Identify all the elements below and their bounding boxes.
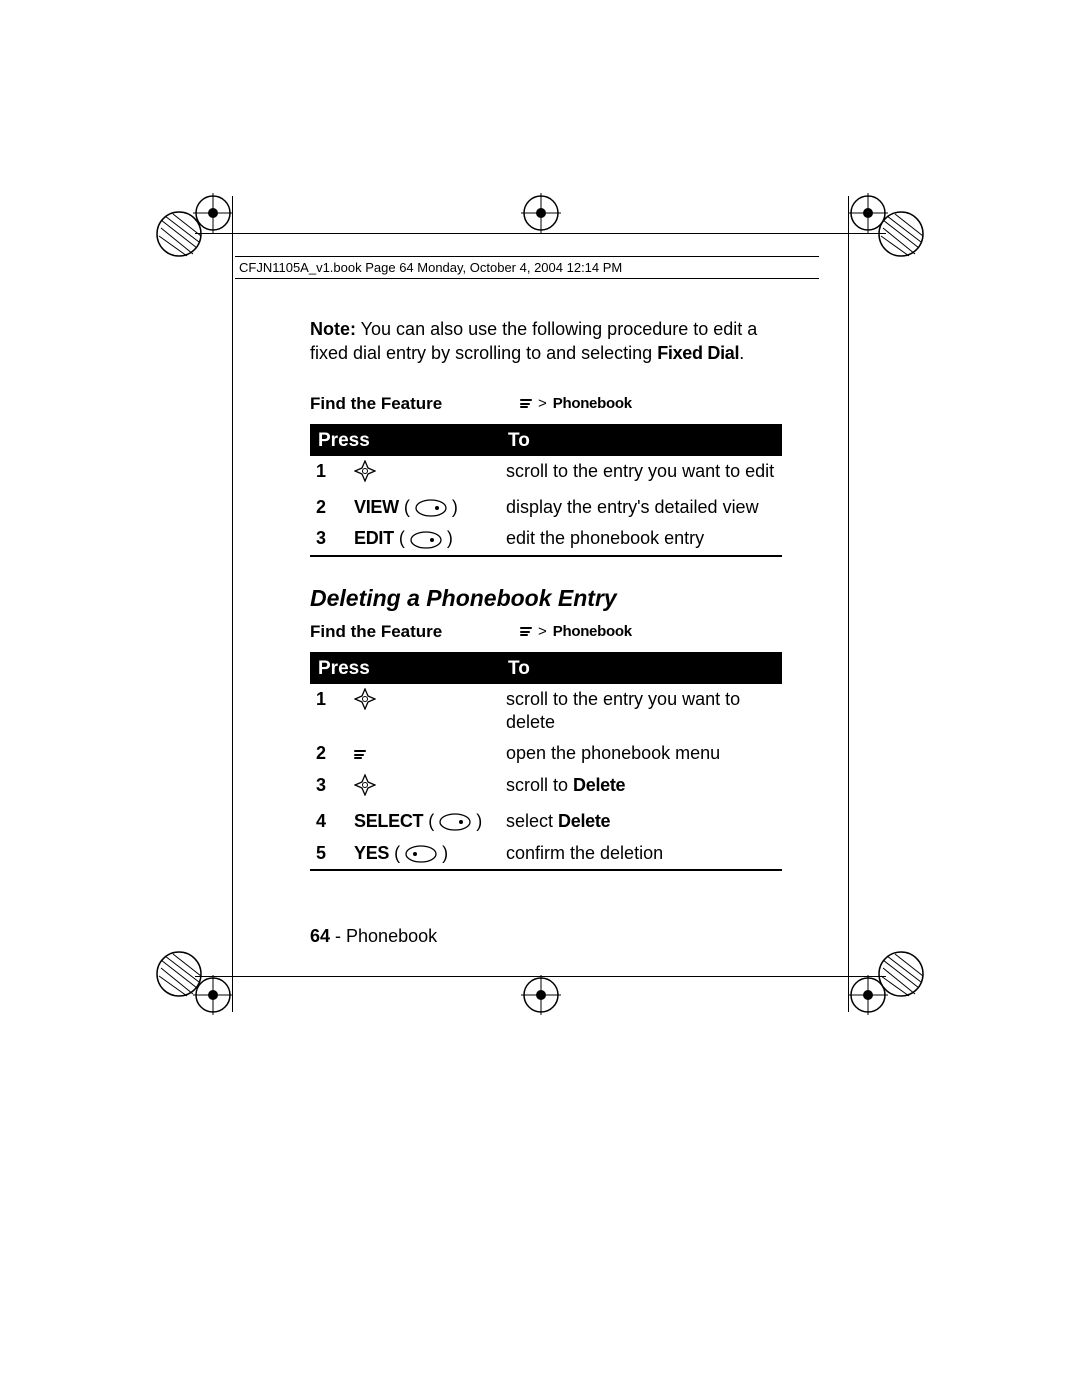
note-paragraph: Note: You can also use the following pro… (310, 318, 782, 366)
to-cell: scroll to the entry you want to edit (500, 456, 782, 492)
to-text: select (506, 811, 558, 831)
page-header: CFJN1105A_v1.book Page 64 Monday, Octobe… (235, 256, 819, 279)
steps-table-2: Press To 1 scroll to the entry you want t… (310, 652, 782, 871)
table-row: 3EDIT ( )edit the phonebook entry (310, 523, 782, 555)
press-cell: SELECT ( ) (348, 806, 500, 837)
note-label: Note: (310, 319, 356, 339)
col-press: Press (310, 425, 500, 456)
to-cell: scroll to Delete (500, 770, 782, 806)
register-circle-bl (155, 950, 203, 1003)
step-number: 3 (310, 770, 348, 806)
find-feature-path: > Phonebook (520, 623, 632, 640)
find-feature-row-2: Find the Feature > Phonebook (310, 622, 782, 642)
table-row: 2 open the phonebook menu (310, 738, 782, 769)
to-cell: scroll to the entry you want to delete (500, 684, 782, 739)
table-row: 2VIEW ( )display the entry's detailed vi… (310, 492, 782, 523)
softkey-label: VIEW (354, 497, 399, 517)
note-period: . (739, 343, 744, 363)
table-row: 3 scroll to Delete (310, 770, 782, 806)
table-row: 1 scroll to the entry you want to edit (310, 456, 782, 492)
table-row: 4SELECT ( )select Delete (310, 806, 782, 837)
crop-line-top (195, 233, 886, 234)
softkey-label: YES (354, 843, 389, 863)
path-phonebook: Phonebook (553, 395, 632, 412)
press-cell: VIEW ( ) (348, 492, 500, 523)
col-press: Press (310, 653, 500, 684)
press-cell: YES ( ) (348, 838, 500, 870)
to-cell: open the phonebook menu (500, 738, 782, 769)
find-feature-label: Find the Feature (310, 622, 520, 642)
to-cell: confirm the deletion (500, 838, 782, 870)
press-cell (348, 684, 500, 739)
step-number: 4 (310, 806, 348, 837)
crop-mark-top-center (521, 193, 561, 233)
press-cell (348, 738, 500, 769)
crop-line-left (232, 196, 233, 1012)
to-cell: select Delete (500, 806, 782, 837)
press-cell (348, 770, 500, 806)
menu-icon (520, 398, 532, 410)
find-feature-path: > Phonebook (520, 395, 632, 412)
fixed-dial-label: Fixed Dial (657, 343, 739, 363)
step-number: 2 (310, 492, 348, 523)
footer-section: Phonebook (346, 926, 437, 946)
press-cell (348, 456, 500, 492)
to-text: scroll to the entry you want to delete (506, 689, 740, 732)
table-row: 1 scroll to the entry you want to delete (310, 684, 782, 739)
step-number: 1 (310, 684, 348, 739)
crop-mark-bottom-center (521, 975, 561, 1015)
to-bold: Delete (573, 775, 625, 795)
path-separator: > (538, 395, 547, 412)
page-footer: 64 - Phonebook (310, 926, 437, 947)
step-number: 1 (310, 456, 348, 492)
section-heading-deleting: Deleting a Phonebook Entry (310, 585, 782, 612)
to-cell: display the entry's detailed view (500, 492, 782, 523)
table-row: 5YES ( ) confirm the deletion (310, 838, 782, 870)
col-to: To (500, 425, 782, 456)
register-circle-tr (877, 210, 925, 263)
path-phonebook: Phonebook (553, 623, 632, 640)
menu-icon (520, 626, 532, 638)
softkey-label: SELECT (354, 811, 423, 831)
page-number: 64 (310, 926, 330, 946)
to-cell: edit the phonebook entry (500, 523, 782, 555)
softkey-label: EDIT (354, 528, 394, 548)
step-number: 3 (310, 523, 348, 555)
col-to: To (500, 653, 782, 684)
footer-sep: - (330, 926, 346, 946)
register-circle-tl (155, 210, 203, 263)
to-text: scroll to (506, 775, 573, 795)
press-cell: EDIT ( ) (348, 523, 500, 555)
to-bold: Delete (558, 811, 610, 831)
step-number: 2 (310, 738, 348, 769)
crop-line-right (848, 196, 849, 1012)
to-text: open the phonebook menu (506, 743, 720, 763)
path-separator: > (538, 623, 547, 640)
register-circle-br (877, 950, 925, 1003)
step-number: 5 (310, 838, 348, 870)
find-feature-row-1: Find the Feature > Phonebook (310, 394, 782, 414)
to-text: confirm the deletion (506, 843, 663, 863)
steps-table-1: Press To 1 scroll to the entry you want t… (310, 424, 782, 557)
find-feature-label: Find the Feature (310, 394, 520, 414)
